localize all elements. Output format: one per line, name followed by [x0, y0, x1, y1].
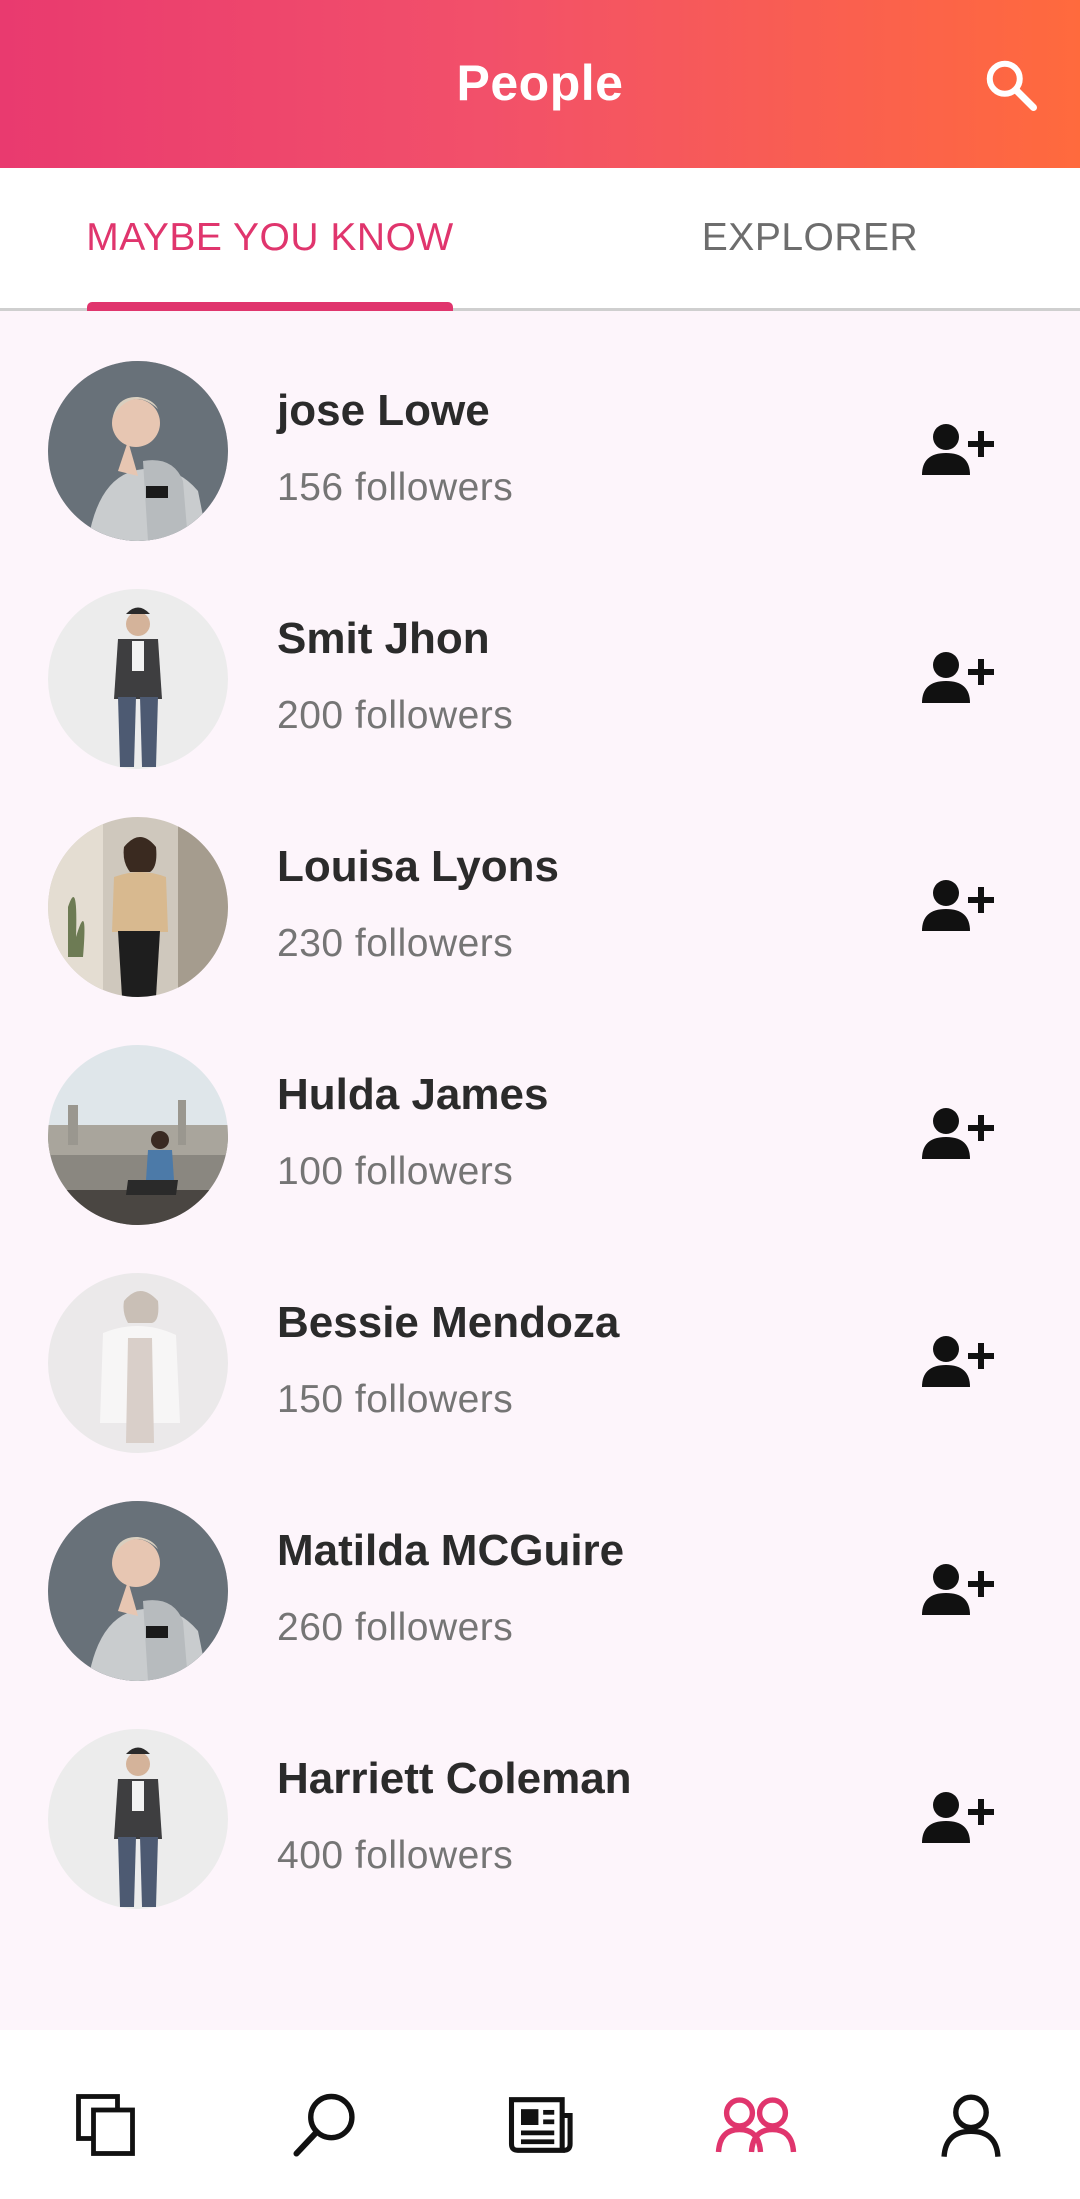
person-name: Smit Jhon — [277, 614, 490, 663]
follower-count: 156 followers — [277, 466, 514, 509]
list-item[interactable]: Bessie Mendoza 150 followers — [0, 1226, 1080, 1454]
follower-count: 400 followers — [277, 1834, 514, 1877]
people-icon — [715, 2097, 797, 2153]
add-friend-button[interactable] — [918, 1326, 998, 1396]
nav-pages[interactable] — [62, 2080, 152, 2170]
person-name: Louisa Lyons — [277, 842, 559, 891]
add-friend-button[interactable] — [918, 1098, 998, 1168]
person-add-icon — [922, 424, 994, 475]
newspaper-icon — [508, 2097, 573, 2153]
follower-count: 260 followers — [277, 1606, 514, 1649]
add-friend-button[interactable] — [918, 870, 998, 940]
list-item[interactable]: Hulda James 100 followers — [0, 998, 1080, 1226]
tab-maybe-you-know[interactable]: MAYBE YOU KNOW — [0, 168, 540, 308]
profile-icon — [941, 2094, 1001, 2157]
list-item[interactable]: Matilda MCGuire 260 followers — [0, 1454, 1080, 1682]
person-add-icon — [922, 880, 994, 931]
app-bar: People — [0, 0, 1080, 168]
follower-count: 100 followers — [277, 1150, 514, 1193]
person-name: Bessie Mendoza — [277, 1298, 620, 1347]
add-friend-button[interactable] — [918, 1554, 998, 1624]
avatar — [48, 1045, 228, 1225]
person-add-icon — [922, 1336, 994, 1387]
nav-search[interactable] — [280, 2080, 370, 2170]
nav-news[interactable] — [495, 2080, 585, 2170]
add-friend-button[interactable] — [918, 414, 998, 484]
avatar — [48, 361, 228, 541]
avatar — [48, 817, 228, 997]
people-list: jose Lowe 156 followers Smit Jhon 200 fo… — [0, 314, 1080, 1910]
tab-explorer[interactable]: EXPLORER — [540, 168, 1080, 308]
person-add-icon — [922, 1108, 994, 1159]
search-button[interactable] — [978, 52, 1044, 118]
tab-indicator — [87, 302, 453, 311]
nav-people[interactable] — [711, 2080, 801, 2170]
person-add-icon — [922, 1792, 994, 1843]
follower-count: 150 followers — [277, 1378, 514, 1421]
list-item[interactable]: jose Lowe 156 followers — [0, 314, 1080, 542]
list-item[interactable]: Harriett Coleman 400 followers — [0, 1682, 1080, 1910]
bottom-nav — [0, 2030, 1080, 2199]
add-friend-button[interactable] — [918, 642, 998, 712]
avatar — [48, 1501, 228, 1681]
pages-icon — [76, 2094, 135, 2156]
person-add-icon — [922, 652, 994, 703]
person-add-icon — [922, 1564, 994, 1615]
tab-bar: MAYBE YOU KNOW EXPLORER — [0, 168, 1080, 311]
list-item[interactable]: Louisa Lyons 230 followers — [0, 770, 1080, 998]
follower-count: 200 followers — [277, 694, 514, 737]
person-name: jose Lowe — [277, 386, 490, 435]
person-name: Matilda MCGuire — [277, 1526, 625, 1575]
person-name: Harriett Coleman — [277, 1754, 632, 1803]
follower-count: 230 followers — [277, 922, 514, 965]
list-item[interactable]: Smit Jhon 200 followers — [0, 542, 1080, 770]
person-name: Hulda James — [277, 1070, 549, 1119]
avatar — [48, 1273, 228, 1453]
page-title: People — [456, 55, 624, 111]
avatar — [48, 589, 228, 769]
add-friend-button[interactable] — [918, 1782, 998, 1852]
search-icon — [293, 2093, 355, 2157]
avatar — [48, 1729, 228, 1909]
search-icon — [986, 60, 1037, 111]
nav-profile[interactable] — [926, 2080, 1016, 2170]
